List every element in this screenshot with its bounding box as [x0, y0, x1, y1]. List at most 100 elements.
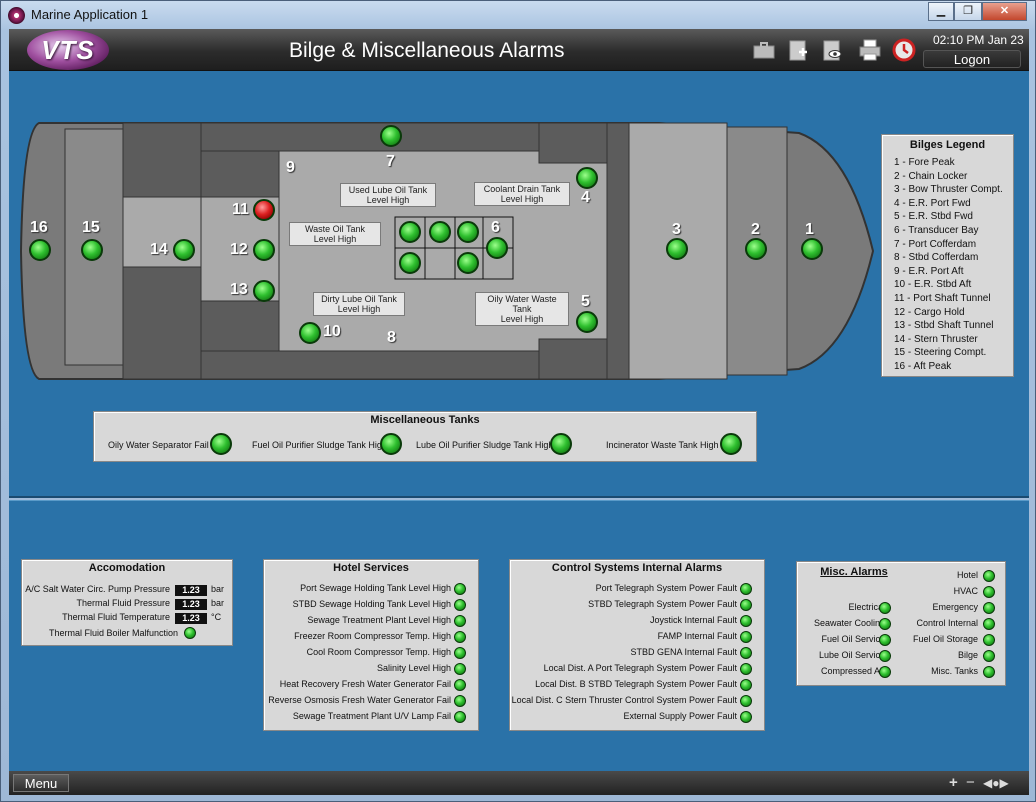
hotel-alarm-led[interactable]	[454, 695, 466, 707]
bilge-4-alarm-led[interactable]	[576, 167, 598, 189]
hotel-alarm-led[interactable]	[454, 663, 466, 675]
used-lube-oil-tank-led[interactable]	[429, 221, 451, 243]
misc-alarm-led[interactable]	[983, 650, 995, 662]
misc-alarm-led[interactable]	[983, 602, 995, 614]
control-alarm-led[interactable]	[740, 695, 752, 707]
fuel-oil-sludge-led[interactable]	[380, 433, 402, 455]
accom-unit: °C	[211, 612, 222, 622]
dirty-lube-oil-tank-led[interactable]	[399, 252, 421, 274]
oily-water-waste-tank-led[interactable]	[457, 252, 479, 274]
misc-alarm-led[interactable]	[983, 666, 995, 678]
misc-alarm-label: Fuel Oil Storage	[912, 634, 978, 644]
alarm-panels-area: Accomodation A/C Salt Water Circ. Pump P…	[9, 500, 1029, 771]
misc-alarm-led[interactable]	[879, 650, 891, 662]
bilge-6-alarm-led[interactable]	[486, 237, 508, 259]
bilges-legend-panel: Bilges Legend 1 - Fore Peak 2 - Chain Loc…	[881, 134, 1014, 377]
misc-alarms-panel: Misc. Alarms Electrical Seawater Cooling F…	[796, 561, 1006, 686]
accom-label: Thermal Fluid Temperature	[62, 612, 170, 622]
window-titlebar[interactable]: Marine Application 1 ▁ ❐ ✕	[1, 1, 1036, 29]
hotel-alarm-label: Heat Recovery Fresh Water Generator Fail	[279, 679, 451, 689]
hotel-alarm-led[interactable]	[454, 599, 466, 611]
zoom-in-icon[interactable]: +	[949, 774, 958, 792]
bilge-16-alarm-led[interactable]	[29, 239, 51, 261]
menu-button[interactable]: Menu	[13, 774, 69, 792]
misc-alarm-led[interactable]	[983, 634, 995, 646]
maximize-button[interactable]: ❐	[954, 2, 982, 21]
hotel-alarm-led[interactable]	[454, 647, 466, 659]
control-alarm-led[interactable]	[740, 599, 752, 611]
add-page-icon[interactable]	[785, 37, 811, 63]
hotel-alarm-led[interactable]	[454, 679, 466, 691]
bilge-4-number: 4	[581, 189, 590, 206]
misc-alarm-led[interactable]	[879, 618, 891, 630]
coolant-drain-tank-led[interactable]	[457, 221, 479, 243]
hotel-alarm-led[interactable]	[454, 711, 466, 723]
control-alarm-led[interactable]	[740, 679, 752, 691]
control-alarm-led[interactable]	[740, 615, 752, 627]
bilge-1-alarm-led[interactable]	[801, 238, 823, 260]
oily-water-separator-led[interactable]	[210, 433, 232, 455]
printer-icon[interactable]	[857, 37, 883, 63]
bilge-3-number: 3	[672, 221, 681, 238]
control-alarm-led[interactable]	[740, 583, 752, 595]
minimize-button[interactable]: ▁	[928, 2, 954, 21]
waste-oil-tank-led[interactable]	[399, 221, 421, 243]
misc-alarm-led[interactable]	[879, 634, 891, 646]
misc-alarm-led[interactable]	[983, 570, 995, 582]
accom-unit: bar	[211, 584, 225, 594]
misc-tank-label: Oily Water Separator Fail	[108, 440, 209, 450]
legend-item: 2 - Chain Locker	[894, 170, 968, 182]
misc-alarm-led[interactable]	[879, 666, 891, 678]
misc-tank-label: Lube Oil Purifier Sludge Tank High	[416, 440, 554, 450]
close-button[interactable]: ✕	[982, 2, 1027, 21]
bilge-6-number: 6	[491, 219, 500, 236]
bilge-13-alarm-led[interactable]	[253, 280, 275, 302]
misc-alarm-label: Seawater Cooling	[813, 618, 885, 628]
bottom-bar: Menu + − ◀●▶	[9, 771, 1029, 795]
bilge-15-alarm-led[interactable]	[81, 239, 103, 261]
misc-tank-label: Incinerator Waste Tank High	[606, 440, 719, 450]
briefcase-icon[interactable]	[751, 37, 777, 63]
control-systems-panel: Control Systems Internal Alarms Port Tel…	[509, 559, 765, 731]
legend-item: 10 - E.R. Stbd Aft	[894, 279, 972, 291]
navigation-icon[interactable]: ◀●▶	[983, 774, 1009, 792]
bilge-2-number: 2	[751, 221, 760, 238]
control-alarm-label: Local Dist. B STBD Telegraph System Powe…	[535, 679, 737, 689]
control-alarm-led[interactable]	[740, 647, 752, 659]
alarm-stop-icon[interactable]	[891, 37, 917, 63]
view-page-icon[interactable]	[819, 37, 845, 63]
accom-value: 1.23	[175, 613, 207, 624]
bilge-2-alarm-led[interactable]	[745, 238, 767, 260]
boiler-malfunction-led[interactable]	[184, 627, 196, 639]
misc-alarm-led[interactable]	[983, 618, 995, 630]
hotel-alarm-label: Reverse Osmosis Fresh Water Generator Fa…	[268, 695, 451, 705]
misc-alarm-led[interactable]	[879, 602, 891, 614]
zoom-out-icon[interactable]: −	[966, 774, 975, 792]
bilge-7-alarm-led[interactable]	[380, 125, 402, 147]
lube-oil-sludge-led[interactable]	[550, 433, 572, 455]
bilge-11-alarm-led[interactable]	[253, 199, 275, 221]
bilge-12-alarm-led[interactable]	[253, 239, 275, 261]
bilges-legend-title: Bilges Legend	[909, 139, 986, 151]
bilge-14-alarm-led[interactable]	[173, 239, 195, 261]
bilge-5-alarm-led[interactable]	[576, 311, 598, 333]
bilge-13-number: 13	[230, 281, 248, 298]
misc-alarm-led[interactable]	[983, 586, 995, 598]
hotel-alarm-led[interactable]	[454, 615, 466, 627]
bilge-10-alarm-led[interactable]	[299, 322, 321, 344]
control-alarm-led[interactable]	[740, 711, 752, 723]
bilge-15-number: 15	[82, 219, 100, 236]
hotel-alarm-label: Sewage Treatment Plant U/V Lamp Fail	[292, 711, 451, 721]
control-alarm-led[interactable]	[740, 631, 752, 643]
control-alarm-label: FAMP Internal Fault	[657, 631, 737, 641]
hotel-alarm-label: Salinity Level High	[376, 663, 451, 673]
hotel-alarm-led[interactable]	[454, 631, 466, 643]
control-alarm-led[interactable]	[740, 663, 752, 675]
legend-item: 13 - Stbd Shaft Tunnel	[894, 320, 994, 332]
hotel-alarm-led[interactable]	[454, 583, 466, 595]
misc-alarm-label: Fuel Oil Service	[821, 634, 885, 644]
misc-alarms-title: Misc. Alarms	[820, 566, 888, 578]
bilge-3-alarm-led[interactable]	[666, 238, 688, 260]
logon-button[interactable]: Logon	[923, 50, 1021, 68]
incinerator-waste-led[interactable]	[720, 433, 742, 455]
